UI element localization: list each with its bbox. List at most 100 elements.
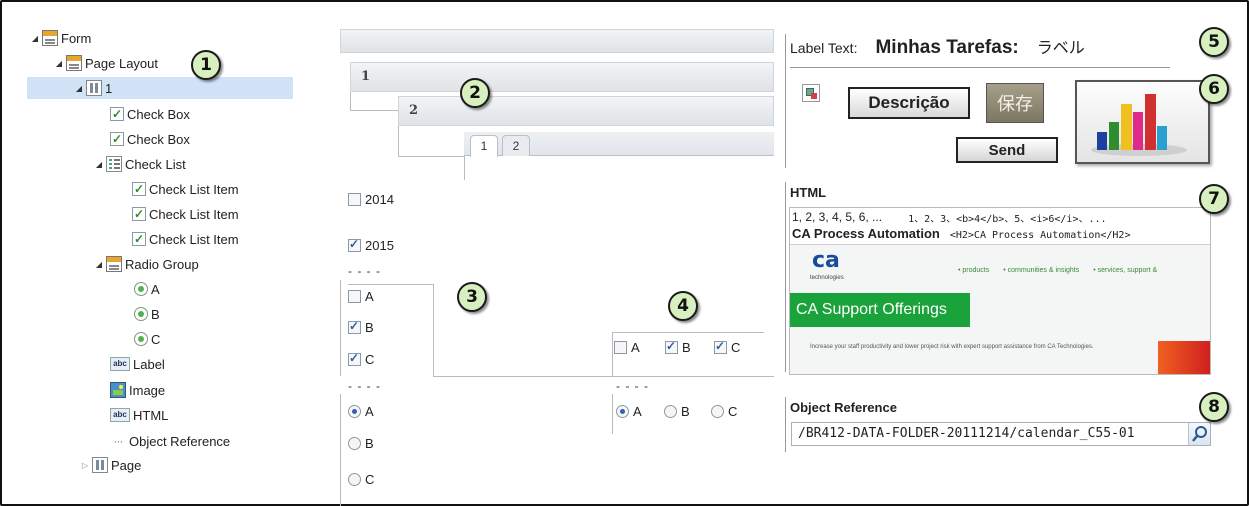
ca-nav-link[interactable]: • products — [958, 267, 989, 274]
tab-1[interactable]: 1 — [470, 135, 498, 157]
checkbox-checked-icon[interactable] — [348, 237, 361, 252]
tree-node-check-list-item[interactable]: Check List Item — [130, 178, 239, 200]
save-button[interactable]: 保存 — [986, 83, 1044, 123]
callout-6: 6 — [1199, 74, 1229, 104]
tree-node-check-box[interactable]: Check Box — [108, 103, 190, 125]
tree-node-1[interactable]: 1 — [27, 77, 293, 99]
checkbox-2015[interactable]: 2015 — [348, 237, 394, 253]
tree-label-page: Page — [111, 457, 142, 473]
tree-label-html: HTML — [133, 407, 169, 423]
tree-node-page-layout[interactable]: Page Layout — [54, 52, 158, 74]
radio-selected-icon[interactable] — [616, 405, 629, 418]
divider — [785, 182, 786, 372]
tab-2[interactable]: 2 — [502, 135, 530, 156]
tree-node-label[interactable]: abc Label — [108, 353, 165, 375]
radio-vertical-a[interactable]: A — [348, 404, 374, 419]
tree-label-check-list-item: Check List Item — [149, 206, 239, 222]
ca-nav-link[interactable]: • communities & insights — [1003, 267, 1079, 274]
tree-label-radio-group: Radio Group — [125, 256, 199, 272]
ca-nav-link[interactable]: • services, support & — [1093, 267, 1157, 274]
send-button[interactable]: Send — [956, 137, 1058, 163]
checkbox-checked-icon[interactable] — [348, 319, 361, 334]
radio-icon[interactable] — [348, 473, 361, 486]
layout-section-2[interactable]: 2 — [398, 96, 774, 126]
radio-label: C — [728, 404, 738, 419]
html-widget-header: HTML — [790, 185, 827, 200]
tree-node-check-list[interactable]: Check List — [94, 153, 186, 175]
collapse-arrow-icon[interactable] — [54, 59, 64, 68]
divider — [612, 394, 613, 434]
tree-node-check-box[interactable]: Check Box — [108, 128, 190, 150]
layout-preview: 1 2 1 2 2014 2015 - - - - A B C A — [340, 22, 774, 506]
layout-section-1[interactable]: 1 — [350, 62, 774, 92]
tree-label-radio-a: A — [151, 281, 160, 297]
radio-icon[interactable] — [664, 405, 677, 418]
divider — [785, 397, 786, 452]
radio-icon[interactable] — [348, 437, 361, 450]
checkbox-vertical-a[interactable]: A — [348, 289, 374, 304]
radio-vertical-c[interactable]: C — [348, 472, 374, 487]
tree-node-radio-a[interactable]: A — [132, 278, 160, 300]
tree-node-radio-c[interactable]: C — [132, 328, 160, 350]
tree-label-radio-c: C — [151, 331, 161, 347]
label-caption: Label Text: — [790, 40, 858, 56]
checkbox-vertical-c[interactable]: C — [348, 351, 374, 367]
tree-node-page[interactable]: Page — [80, 454, 141, 476]
checkbox-horizontal-a[interactable]: A — [614, 340, 640, 355]
collapse-arrow-icon[interactable] — [94, 160, 104, 169]
html-code-text: <H2>CA Process Automation</H2> — [949, 230, 1131, 241]
label-bold-text: Minhas Tarefas: — [875, 37, 1019, 58]
checkbox-checked-icon[interactable] — [665, 339, 678, 354]
tree-node-image[interactable]: Image — [108, 379, 165, 401]
descricao-button[interactable]: Descrição — [848, 87, 970, 119]
checkbox-horizontal-b[interactable]: B — [665, 339, 691, 355]
tree-node-check-list-item[interactable]: Check List Item — [130, 203, 239, 225]
tab-bar: 1 2 — [464, 132, 774, 157]
tree-node-radio-b[interactable]: B — [132, 303, 160, 325]
checkbox-2014[interactable]: 2014 — [348, 192, 394, 207]
checkbox-label: A — [365, 289, 374, 304]
divider — [340, 280, 341, 376]
checkbox-checked-icon[interactable] — [348, 351, 361, 366]
radio-icon[interactable] — [711, 405, 724, 418]
check-box-icon — [132, 182, 146, 196]
embedded-ca-page: ca technologies • products • communities… — [790, 244, 1210, 374]
tree-node-form[interactable]: Form — [30, 27, 91, 49]
tree-node-object-reference[interactable]: Object Reference — [108, 430, 230, 452]
radio-selected-icon[interactable] — [348, 405, 361, 418]
callout-2: 2 — [460, 78, 490, 108]
radio-label: B — [365, 436, 374, 451]
tree-label-object-reference: Object Reference — [129, 433, 231, 449]
expand-arrow-icon[interactable] — [80, 461, 90, 470]
tree-node-check-list-item[interactable]: Check List Item — [130, 228, 239, 250]
checkbox-icon[interactable] — [348, 193, 361, 206]
checkbox-vertical-b[interactable]: B — [348, 319, 374, 335]
radio-horizontal-a[interactable]: A — [616, 404, 642, 419]
tree-node-radio-group[interactable]: Radio Group — [94, 253, 199, 275]
check-list-icon — [106, 156, 122, 172]
tree-label-check-list: Check List — [125, 156, 186, 172]
collapse-arrow-icon[interactable] — [30, 34, 40, 43]
checkbox-horizontal-c[interactable]: C — [714, 339, 740, 355]
object-reference-field[interactable]: /BR412-DATA-FOLDER-20111214/calendar_C55… — [791, 422, 1211, 446]
divider — [464, 156, 465, 180]
collapse-arrow-icon[interactable] — [74, 84, 84, 93]
radio-horizontal-b[interactable]: B — [664, 404, 690, 419]
ca-banner: CA Support Offerings — [790, 293, 970, 327]
radio-vertical-b[interactable]: B — [348, 436, 374, 451]
radio-button-icon — [134, 307, 148, 321]
checkbox-checked-icon[interactable] — [714, 339, 727, 354]
divider — [348, 284, 433, 285]
tree-label-radio-b: B — [151, 306, 160, 322]
checkbox-label: 2015 — [365, 238, 394, 253]
tree-label-label: Label — [133, 356, 165, 372]
ca-logo-subtitle: technologies — [810, 275, 844, 281]
tree-node-html[interactable]: abc HTML — [108, 404, 168, 426]
callout-4: 4 — [668, 291, 698, 321]
checkbox-icon[interactable] — [614, 341, 627, 354]
checkbox-icon[interactable] — [348, 290, 361, 303]
radio-horizontal-c[interactable]: C — [711, 404, 737, 419]
collapse-arrow-icon[interactable] — [94, 260, 104, 269]
radio-button-icon — [134, 332, 148, 346]
lookup-button[interactable] — [1188, 423, 1210, 445]
